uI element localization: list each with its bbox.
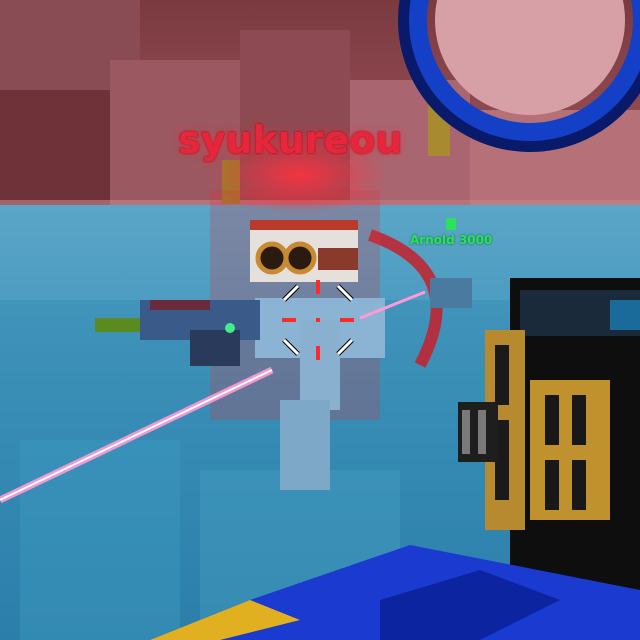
target-player-name: syukureou [178, 118, 403, 162]
distant-player[interactable] [430, 278, 472, 308]
enemy-player-name: Arnold 3000 [410, 233, 493, 247]
crosshair-icon [282, 280, 354, 360]
game-viewport[interactable]: syukureou Arnold 3000 [0, 0, 640, 640]
water-floor [20, 440, 180, 640]
enemy-marker-icon [446, 218, 456, 230]
